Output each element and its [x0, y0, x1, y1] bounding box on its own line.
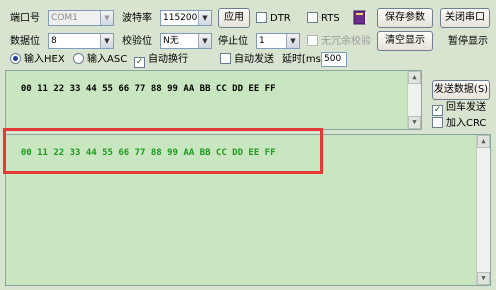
dtr-checkbox[interactable]: DTR — [256, 12, 291, 26]
add-crc-checkbox[interactable]: 加入CRC — [432, 117, 486, 131]
add-crc-label: 加入CRC — [446, 118, 487, 129]
input-hex-radio[interactable]: 输入HEX — [10, 53, 65, 67]
enter-send-checkbox[interactable]: ✓ 回车发送 — [432, 101, 486, 116]
rts-checkbox[interactable]: RTS — [307, 12, 340, 26]
book-icon[interactable] — [352, 9, 368, 25]
clear-display-button[interactable]: 清空显示 — [377, 31, 433, 51]
databits-select[interactable]: 8 ▼ — [48, 33, 114, 49]
save-params-button[interactable]: 保存参数 — [377, 8, 433, 28]
parity-value: N无 — [163, 36, 179, 46]
baud-value: 115200 — [163, 13, 198, 23]
scroll-down-icon[interactable]: ▼ — [477, 272, 490, 285]
checkbox-icon — [307, 35, 318, 46]
receive-scrollbar[interactable]: ▲ ▼ — [476, 135, 490, 285]
auto-newline-checkbox[interactable]: ✓ 自动换行 — [134, 53, 188, 68]
databits-label: 数据位 — [10, 36, 40, 47]
checkbox-icon — [307, 12, 318, 23]
checkbox-icon — [432, 117, 443, 128]
baud-label: 波特率 — [122, 13, 152, 24]
port-label: 端口号 — [10, 13, 40, 24]
scroll-up-icon[interactable]: ▲ — [408, 71, 421, 84]
delay-label: 延时[ms — [282, 54, 321, 65]
chevron-down-icon: ▼ — [198, 11, 211, 25]
input-asc-label: 输入ASC — [87, 54, 128, 65]
chevron-down-icon: ▼ — [100, 11, 113, 25]
port-value: COM1 — [51, 13, 78, 23]
baud-select[interactable]: 115200 ▼ — [160, 10, 212, 26]
radio-icon — [73, 53, 84, 64]
delay-input[interactable]: 500 — [321, 52, 347, 67]
send-scrollbar[interactable]: ▲ ▼ — [407, 71, 421, 129]
auto-newline-label: 自动换行 — [148, 54, 188, 65]
enter-send-label: 回车发送 — [446, 102, 486, 113]
check-icon: ✓ — [432, 105, 443, 116]
stopbits-select[interactable]: 1 ▼ — [256, 33, 300, 49]
apply-button[interactable]: 应用 — [218, 8, 250, 28]
chevron-down-icon: ▼ — [100, 34, 113, 48]
chevron-down-icon: ▼ — [198, 34, 211, 48]
no-parity-checkbox[interactable]: 无冗余校验 — [307, 35, 371, 49]
check-icon: ✓ — [134, 57, 145, 68]
port-select[interactable]: COM1 ▼ — [48, 10, 114, 26]
send-content: 00 11 22 33 44 55 66 77 88 99 AA BB CC D… — [20, 84, 276, 94]
parity-label: 校验位 — [122, 36, 152, 47]
close-port-button[interactable]: 关闭串口 — [440, 8, 490, 28]
scroll-up-icon[interactable]: ▲ — [477, 135, 490, 148]
radio-icon — [10, 53, 21, 64]
no-parity-label: 无冗余校验 — [321, 36, 371, 47]
input-asc-radio[interactable]: 输入ASC — [73, 53, 127, 67]
databits-value: 8 — [51, 36, 57, 46]
auto-send-checkbox[interactable]: 自动发送 — [220, 53, 274, 67]
rts-label: RTS — [321, 13, 340, 24]
send-textarea[interactable]: 00 11 22 33 44 55 66 77 88 99 AA BB CC D… — [5, 70, 422, 130]
pause-display-label[interactable]: 暂停显示 — [448, 35, 488, 49]
send-data-button[interactable]: 发送数据(S) — [432, 80, 490, 100]
dtr-label: DTR — [270, 13, 291, 24]
highlight-box — [3, 128, 323, 174]
scroll-down-icon[interactable]: ▼ — [408, 116, 421, 129]
stopbits-label: 停止位 — [218, 36, 248, 47]
parity-select[interactable]: N无 ▼ — [160, 33, 212, 49]
auto-send-label: 自动发送 — [234, 54, 274, 65]
checkbox-icon — [220, 53, 231, 64]
chevron-down-icon: ▼ — [286, 34, 299, 48]
checkbox-icon — [256, 12, 267, 23]
input-hex-label: 输入HEX — [24, 54, 65, 65]
stopbits-value: 1 — [259, 36, 265, 46]
